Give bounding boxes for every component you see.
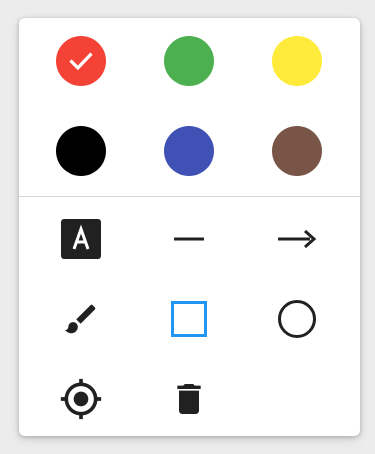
brush-icon	[65, 304, 96, 334]
black-swatch	[56, 126, 106, 176]
rectangle-icon	[171, 301, 207, 337]
color-swatch-black[interactable]	[53, 123, 109, 179]
line-tool-button[interactable]	[161, 211, 217, 267]
trash-icon	[177, 384, 201, 414]
color-swatch-blue[interactable]	[161, 123, 217, 179]
target-icon	[60, 378, 102, 420]
text-icon	[61, 219, 101, 259]
check-icon	[69, 52, 93, 71]
target-tool-button[interactable]	[53, 371, 109, 427]
green-swatch	[164, 36, 214, 86]
circle-icon	[278, 300, 316, 338]
red-swatch	[56, 36, 106, 86]
color-swatch-brown[interactable]	[269, 123, 325, 179]
delete-tool-button[interactable]	[161, 371, 217, 427]
color-swatch-green[interactable]	[161, 33, 217, 89]
arrow-icon	[278, 229, 317, 249]
circle-tool-button[interactable]	[269, 291, 325, 347]
text-tool-button[interactable]	[53, 211, 109, 267]
arrow-tool-button[interactable]	[269, 211, 325, 267]
rectangle-tool-button[interactable]	[161, 291, 217, 347]
annotation-toolbar-panel	[19, 18, 360, 436]
blue-swatch	[164, 126, 214, 176]
color-swatch-red[interactable]	[53, 33, 109, 89]
yellow-swatch	[272, 36, 322, 86]
color-swatch-yellow[interactable]	[269, 33, 325, 89]
line-icon	[174, 237, 204, 241]
divider	[19, 196, 360, 197]
brush-tool-button[interactable]	[53, 291, 109, 347]
brown-swatch	[272, 126, 322, 176]
